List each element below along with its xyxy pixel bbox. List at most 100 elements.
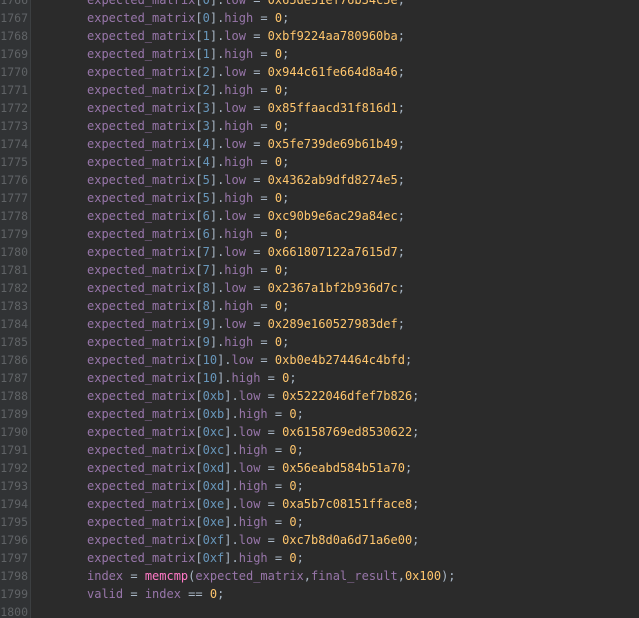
line-number: 1767: [0, 11, 28, 25]
code-token: expected_matrix: [87, 83, 196, 97]
code-line[interactable]: 1777 expected_matrix[5].high = 0;: [0, 189, 639, 207]
code-line[interactable]: 1785 expected_matrix[9].high = 0;: [0, 333, 639, 351]
code-token: [: [195, 11, 203, 25]
code-token: high: [238, 479, 268, 493]
code-line[interactable]: 1789 expected_matrix[0xb].high = 0;: [0, 405, 639, 423]
code-token: low: [238, 425, 261, 439]
code-line[interactable]: 1783 expected_matrix[8].high = 0;: [0, 297, 639, 315]
code-token: expected_matrix: [195, 569, 304, 583]
code-line[interactable]: 1778 expected_matrix[6].low = 0xc90b9e6ac…: [0, 207, 639, 225]
code-line[interactable]: 1774 expected_matrix[4].low = 0x5fe739de6…: [0, 135, 639, 153]
code-line[interactable]: 1791 expected_matrix[0xc].high = 0;: [0, 441, 639, 459]
code-line[interactable]: 1793 expected_matrix[0xd].high = 0;: [0, 477, 639, 495]
code-token: ].: [209, 11, 225, 25]
code-token: 10: [202, 353, 218, 367]
code-line[interactable]: 1770 expected_matrix[2].low = 0x944c61fe6…: [0, 63, 639, 81]
code-token: expected_matrix: [87, 461, 196, 475]
code-token: =: [245, 65, 268, 79]
code-token: ].: [209, 209, 225, 223]
code-line[interactable]: 1794 expected_matrix[0xe].low = 0xa5b7c08…: [0, 495, 639, 513]
code-token: 0x6158769ed8530622: [282, 425, 413, 439]
code-line[interactable]: 1787 expected_matrix[10].high = 0;: [0, 369, 639, 387]
code-line[interactable]: 1782 expected_matrix[8].low = 0x2367a1bf2…: [0, 279, 639, 297]
code-line[interactable]: 1798 index = memcmp(expected_matrix,final…: [0, 567, 639, 585]
code-token: low: [224, 29, 246, 43]
code-token: 0x661807122a7615d7: [267, 245, 398, 259]
code-token: =: [253, 353, 275, 367]
code-token: expected_matrix: [87, 551, 196, 565]
code-token: expected_matrix: [87, 11, 196, 25]
code-line[interactable]: 1786 expected_matrix[10].low = 0xb0e4b274…: [0, 351, 639, 369]
code-line[interactable]: 1781 expected_matrix[7].high = 0;: [0, 261, 639, 279]
code-token: =: [260, 533, 283, 547]
code-line[interactable]: 1776 expected_matrix[5].low = 0x4362ab9df…: [0, 171, 639, 189]
code-token: ;: [412, 389, 420, 403]
code-token: 0x85ffaacd31f816d1: [267, 101, 398, 115]
code-line[interactable]: 1769 expected_matrix[1].high = 0;: [0, 45, 639, 63]
code-line[interactable]: 1797 expected_matrix[0xf].high = 0;: [0, 549, 639, 567]
code-line[interactable]: 1796 expected_matrix[0xf].low = 0xc7b8d0a…: [0, 531, 639, 549]
code-token: 8: [202, 281, 210, 295]
code-line[interactable]: 1795 expected_matrix[0xe].high = 0;: [0, 513, 639, 531]
code-token: ].: [209, 83, 225, 97]
code-token: expected_matrix: [87, 515, 196, 529]
code-token: ].: [224, 551, 239, 565]
code-token: [: [195, 65, 203, 79]
code-line[interactable]: 1768 expected_matrix[1].low = 0xbf9224aa7…: [0, 27, 639, 45]
code-token: =: [245, 245, 268, 259]
code-token: ;: [282, 155, 290, 169]
code-line[interactable]: 1775 expected_matrix[4].high = 0;: [0, 153, 639, 171]
code-token: 0xc7b8d0a6d71a6e00: [282, 533, 413, 547]
code-token: =: [267, 443, 290, 457]
code-line[interactable]: 1784 expected_matrix[9].low = 0x289e16052…: [0, 315, 639, 333]
code-token: [: [195, 29, 203, 43]
code-line[interactable]: 1773 expected_matrix[3].high = 0;: [0, 117, 639, 135]
line-number: 1781: [0, 263, 28, 277]
line-number: 1782: [0, 281, 28, 295]
code-token: ;: [296, 407, 304, 421]
code-token: 9: [202, 335, 210, 349]
code-line[interactable]: 1767 expected_matrix[0].high = 0;: [0, 9, 639, 27]
code-token: ;: [412, 497, 420, 511]
code-token: ].: [209, 155, 225, 169]
line-number: 1796: [0, 533, 28, 547]
line-number: 1784: [0, 317, 28, 331]
line-number: 1792: [0, 461, 28, 475]
code-token: ;: [397, 281, 405, 295]
code-token: =: [253, 299, 275, 313]
code-token: 0xb: [202, 389, 225, 403]
code-token: ;: [397, 101, 405, 115]
code-token: valid: [87, 587, 124, 601]
code-token: 0xd: [202, 461, 225, 475]
code-token: high: [238, 515, 268, 529]
code-line[interactable]: 1790 expected_matrix[0xc].low = 0x6158769…: [0, 423, 639, 441]
code-line[interactable]: 1779 expected_matrix[6].high = 0;: [0, 225, 639, 243]
code-token: expected_matrix: [87, 533, 196, 547]
code-editor[interactable]: 1766 expected_matrix[0].low = 0x65de31ef7…: [0, 0, 639, 618]
code-line[interactable]: 1788 expected_matrix[0xb].low = 0x5222046…: [0, 387, 639, 405]
code-line[interactable]: 1792 expected_matrix[0xd].low = 0x56eabd5…: [0, 459, 639, 477]
code-token: 5: [202, 173, 210, 187]
code-token: ;: [296, 443, 304, 457]
code-line[interactable]: 1772 expected_matrix[3].low = 0x85ffaacd3…: [0, 99, 639, 117]
code-line[interactable]: 1800: [0, 603, 639, 618]
line-number: 1797: [0, 551, 28, 565]
code-token: 0xc: [202, 425, 225, 439]
code-token: low: [238, 461, 261, 475]
code-line[interactable]: 1799 valid = index == 0;: [0, 585, 639, 603]
line-number: 1779: [0, 227, 28, 241]
code-token: [: [195, 245, 203, 259]
code-token: expected_matrix: [87, 227, 196, 241]
code-token: high: [224, 155, 254, 169]
code-line[interactable]: 1771 expected_matrix[2].high = 0;: [0, 81, 639, 99]
code-text: expected_matrix[9].low = 0x289e160527983…: [87, 315, 405, 333]
code-line[interactable]: 1780 expected_matrix[7].low = 0x661807122…: [0, 243, 639, 261]
line-number: 1788: [0, 389, 28, 403]
code-line[interactable]: 1766 expected_matrix[0].low = 0x65de31ef7…: [0, 0, 639, 9]
code-token: =: [260, 461, 283, 475]
code-token: ;: [282, 83, 290, 97]
code-token: expected_matrix: [87, 0, 196, 7]
code-token: );: [441, 569, 456, 583]
code-token: =: [245, 0, 268, 7]
code-token: expected_matrix: [87, 137, 196, 151]
